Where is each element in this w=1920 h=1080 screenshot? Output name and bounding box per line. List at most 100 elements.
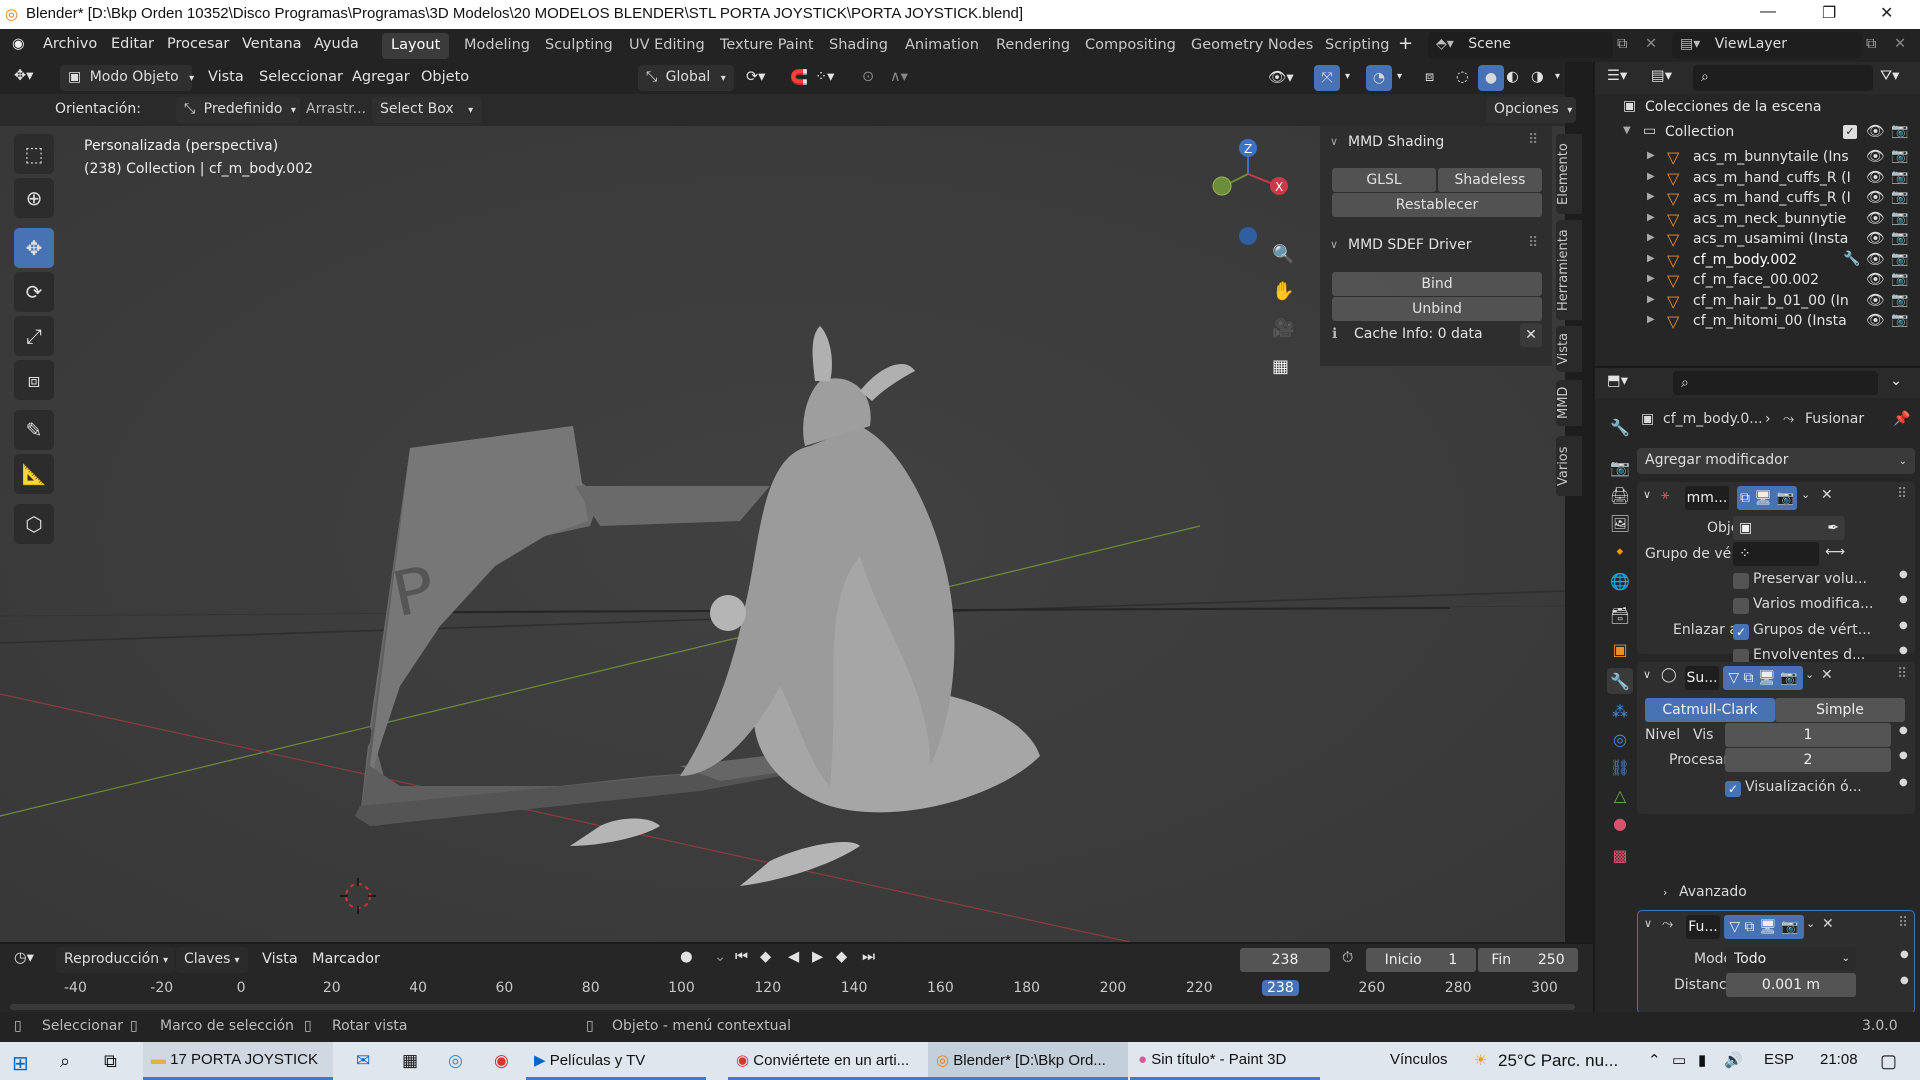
add-workspace-icon[interactable]: +: [1398, 33, 1413, 54]
expand-icon[interactable]: ▶: [1647, 273, 1655, 284]
editor-type-icon[interactable]: ✥▾: [14, 68, 33, 84]
navigation-gizmo[interactable]: Z X: [1200, 134, 1310, 254]
tab-varios[interactable]: Varios: [1556, 436, 1582, 496]
add-modifier-dropdown[interactable]: Agregar modificador ⌄: [1637, 448, 1915, 474]
collapse-icon[interactable]: ∨: [1330, 238, 1338, 251]
select-box-tool-icon[interactable]: ⬚: [14, 134, 54, 174]
eye-icon[interactable]: 👁: [1866, 250, 1885, 268]
properties-search[interactable]: ⌕: [1673, 371, 1878, 395]
display-toggles[interactable]: ▽ ⧉ 🖥 📷: [1724, 915, 1804, 939]
simple-button[interactable]: Simple: [1775, 698, 1905, 722]
chevron-down-icon[interactable]: ▾: [1345, 71, 1350, 82]
display-mode-icon[interactable]: ▤▾: [1651, 68, 1672, 84]
clock[interactable]: 21:08: [1812, 1042, 1866, 1080]
display-toggles[interactable]: ▽ ⧉ 🖥 📷: [1723, 666, 1803, 690]
tab-compositing[interactable]: Compositing: [1076, 33, 1185, 59]
bind-button[interactable]: Bind: [1332, 272, 1542, 296]
render-tab-icon[interactable]: 📷: [1607, 454, 1633, 480]
reset-button[interactable]: Restablecer: [1332, 193, 1542, 217]
outliner-item[interactable]: ▶ ▽ cf_m_hitomi_00 (Insta 👁 📷: [1595, 310, 1920, 335]
physics-tab-icon[interactable]: ◎: [1607, 726, 1633, 752]
delete-viewlayer-icon[interactable]: ✕: [1894, 36, 1906, 52]
scale-tool-icon[interactable]: ⤢: [14, 316, 54, 356]
chevron-down-icon[interactable]: ⌄: [1801, 488, 1810, 501]
tab-herramienta[interactable]: Herramienta: [1556, 220, 1582, 320]
camera-icon[interactable]: 📷: [1891, 251, 1908, 267]
camera-icon[interactable]: 📷: [1891, 271, 1908, 287]
eye-icon[interactable]: 👁: [1866, 122, 1885, 140]
material-shading-icon[interactable]: ◐: [1506, 69, 1519, 85]
collapse-icon[interactable]: ∨: [1644, 917, 1652, 930]
viewlayer-selector[interactable]: ▤▾ ViewLayer: [1672, 32, 1862, 58]
close-window-icon[interactable]: ✕: [1880, 3, 1893, 23]
taskbar-folder[interactable]: ▬ 17 PORTA JOYSTICK: [143, 1042, 333, 1080]
expand-icon[interactable]: ▶: [1647, 191, 1655, 202]
expand-icon[interactable]: ▶: [1647, 314, 1655, 325]
keying-menu[interactable]: Claves ▾: [176, 947, 248, 973]
outliner-search[interactable]: ⌕: [1693, 65, 1873, 91]
start-frame-field[interactable]: Inicio 1: [1366, 948, 1476, 972]
chrome-icon[interactable]: ◉: [486, 1042, 517, 1080]
tool-tab-icon[interactable]: 🔧: [1607, 414, 1633, 440]
drag-handle-icon[interactable]: ⠿: [1528, 132, 1538, 148]
camera-icon[interactable]: 📷: [1891, 189, 1908, 205]
rotate-tool-icon[interactable]: ⟳: [14, 272, 54, 312]
tab-vista[interactable]: Vista: [1556, 326, 1582, 372]
next-keyframe-icon[interactable]: ◆: [836, 949, 847, 965]
keyframe-dot-icon[interactable]: ●: [1899, 594, 1908, 605]
add-cube-tool-icon[interactable]: ⬡: [14, 504, 54, 544]
new-scene-icon[interactable]: ⧉: [1617, 36, 1627, 52]
language-indicator[interactable]: ESP: [1756, 1042, 1802, 1080]
collapse-icon[interactable]: ∨: [1330, 135, 1338, 148]
scene-tab-icon[interactable]: 🔸: [1607, 538, 1633, 564]
optimal-display-checkbox[interactable]: ✓: [1725, 781, 1741, 797]
volume-icon[interactable]: 🔊: [1716, 1042, 1751, 1080]
properties-editor-icon[interactable]: ⬒▾: [1607, 373, 1628, 389]
jump-start-icon[interactable]: ⏮: [735, 949, 748, 965]
menu-seleccionar[interactable]: Seleccionar: [259, 69, 343, 85]
pivot-icon[interactable]: ⟳▾: [746, 69, 765, 85]
wireframe-shading-icon[interactable]: ◌: [1456, 69, 1469, 85]
keyframe-dot-icon[interactable]: ●: [1899, 777, 1908, 788]
camera-icon[interactable]: 📷: [1891, 123, 1908, 139]
object-field[interactable]: ▣ ✒: [1733, 516, 1845, 540]
object-tab-icon[interactable]: ▣: [1607, 636, 1633, 662]
menu-ayuda[interactable]: Ayuda: [314, 36, 359, 52]
tab-uv-editing[interactable]: UV Editing: [620, 33, 714, 59]
remove-modifier-icon[interactable]: ✕: [1821, 487, 1833, 503]
checkbox-icon[interactable]: ✓: [1843, 125, 1857, 139]
expand-icon[interactable]: ▶: [1647, 294, 1655, 305]
constraints-tab-icon[interactable]: ⛓: [1607, 754, 1633, 780]
outliner-collection[interactable]: ▼ ▭ Collection ✓ 👁 📷: [1595, 121, 1920, 146]
data-tab-icon[interactable]: △: [1607, 782, 1633, 808]
tab-layout[interactable]: Layout: [382, 33, 450, 59]
menu-procesar[interactable]: Procesar: [167, 36, 229, 52]
camera-icon[interactable]: 📷: [1891, 292, 1908, 308]
weather-text[interactable]: 25°C Parc. nu...: [1490, 1042, 1626, 1080]
modifier-name-field[interactable]: Fu...: [1686, 915, 1720, 939]
taskbar-paint3d[interactable]: ● Sin título* - Paint 3D: [1130, 1042, 1320, 1080]
eye-icon[interactable]: 👁: [1866, 270, 1885, 288]
playback-menu[interactable]: Reproducción ▾: [56, 947, 174, 973]
modifier-tab-icon[interactable]: 🔧: [1607, 668, 1633, 694]
jump-end-icon[interactable]: ⏭: [862, 949, 875, 965]
catmull-clark-button[interactable]: Catmull-Clark: [1645, 698, 1775, 722]
eye-icon[interactable]: 👁: [1866, 188, 1885, 206]
mode-dropdown[interactable]: Todo ⌄: [1726, 947, 1856, 971]
collection-tab-icon[interactable]: 🗃: [1607, 602, 1633, 628]
camera-icon[interactable]: 📷: [1891, 169, 1908, 185]
render-level-field[interactable]: 2: [1725, 748, 1891, 772]
material-tab-icon[interactable]: ●: [1607, 810, 1633, 836]
keyframe-dot-icon[interactable]: ●: [1900, 949, 1909, 960]
taskbar-movies[interactable]: ▶ Películas y TV: [526, 1042, 706, 1080]
timeline-scrollbar[interactable]: [10, 1004, 1575, 1010]
visibility-icon[interactable]: 👁▾: [1268, 69, 1294, 86]
record-icon[interactable]: ●: [680, 949, 693, 965]
tab-mmd[interactable]: MMD: [1556, 380, 1582, 426]
eye-icon[interactable]: 👁: [1866, 147, 1885, 165]
chevron-down-icon[interactable]: ⌄: [714, 949, 726, 965]
eye-icon[interactable]: 👁: [1866, 168, 1885, 186]
keyframe-dot-icon[interactable]: ●: [1899, 620, 1908, 631]
keyframe-dot-icon[interactable]: ●: [1899, 569, 1908, 580]
unbind-button[interactable]: Unbind: [1332, 297, 1542, 321]
